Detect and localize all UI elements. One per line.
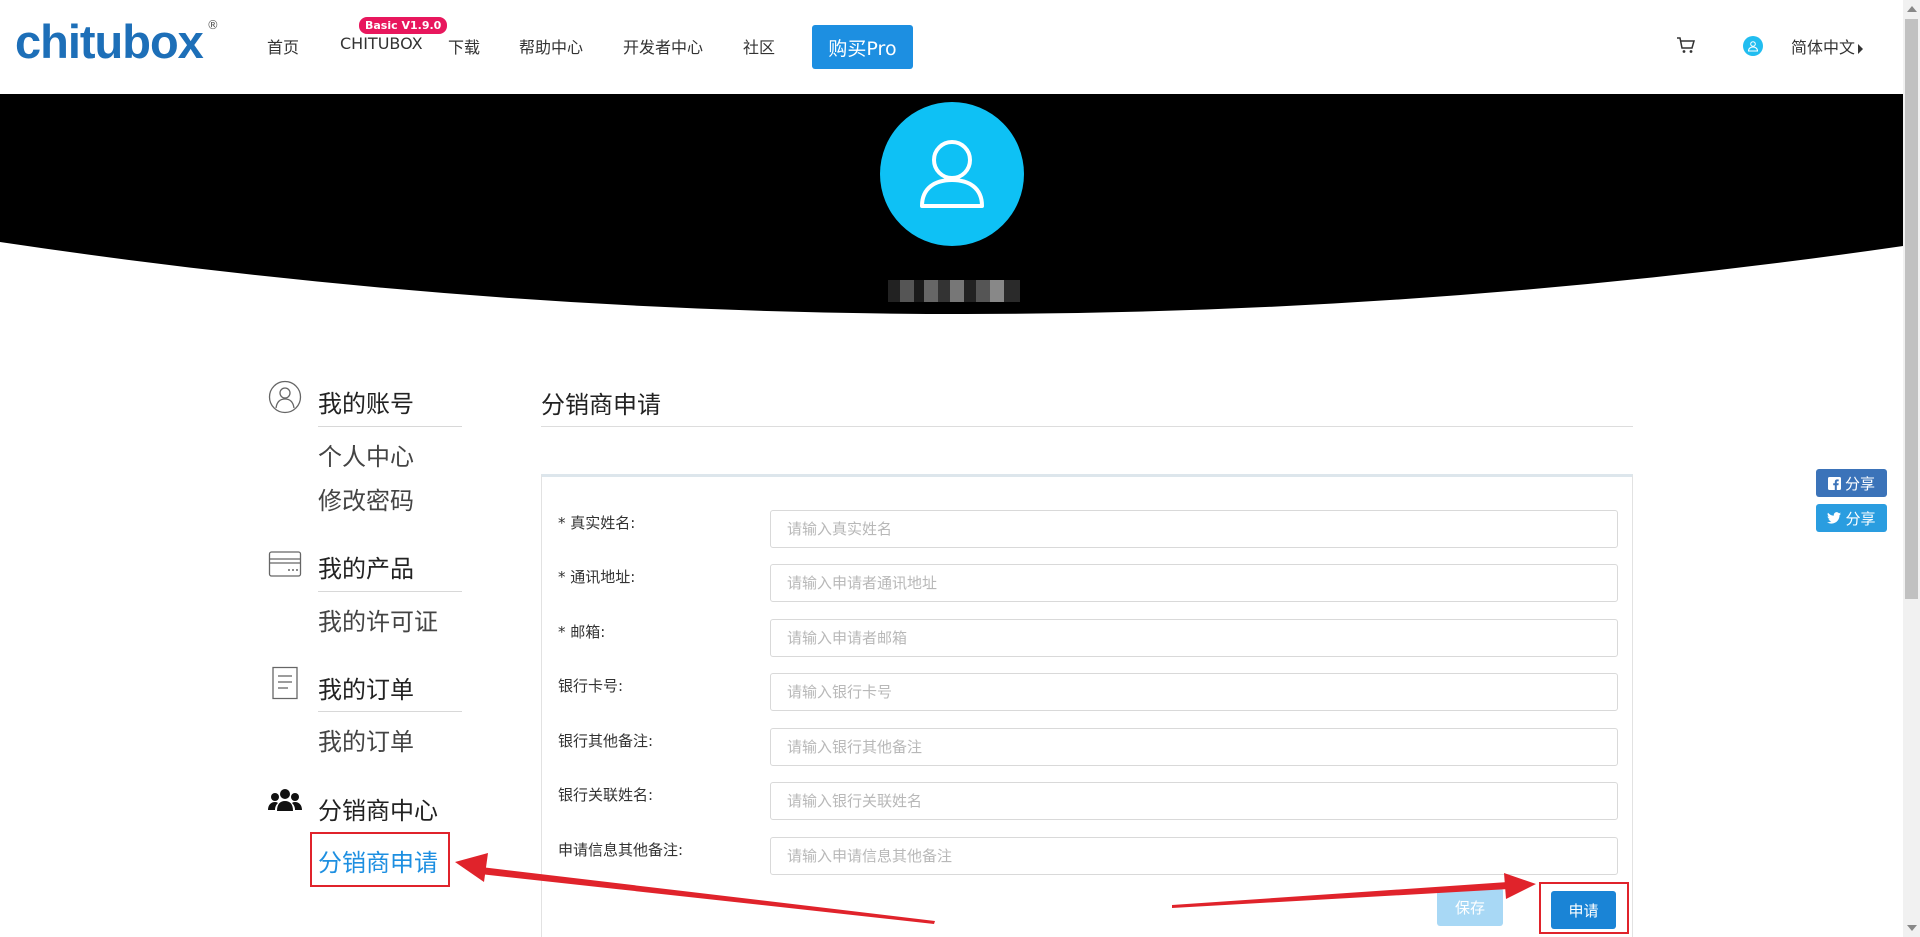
annotation-highlight-sidebar	[310, 832, 450, 887]
sidebar-item-licenses[interactable]: 我的许可证	[318, 602, 438, 637]
form-row-real-name: * 真实姓名:	[542, 510, 1632, 550]
scrollbar-thumb[interactable]	[1905, 19, 1918, 599]
profile-avatar[interactable]	[880, 102, 1024, 246]
divider	[318, 711, 462, 712]
form-row-email: * 邮箱:	[542, 619, 1632, 659]
nav-developer-center[interactable]: 开发者中心	[623, 34, 703, 58]
caret-right-icon	[1858, 43, 1864, 54]
sidebar-item-personal-center[interactable]: 个人中心	[318, 437, 414, 472]
card-icon	[268, 551, 302, 577]
sidebar-heading-orders: 我的订单	[318, 676, 414, 704]
sidebar-item-my-orders[interactable]: 我的订单	[318, 722, 414, 757]
distributor-application-form: * 真实姓名: * 通讯地址: * 邮箱: 银行卡号: 银行其他备注: 银行关联…	[541, 474, 1633, 937]
scroll-down-icon[interactable]	[1907, 925, 1917, 931]
facebook-icon	[1827, 476, 1841, 490]
users-group-icon	[268, 789, 302, 811]
form-row-bank-holder: 银行关联姓名:	[542, 782, 1632, 822]
shopping-cart-icon[interactable]	[1676, 35, 1696, 55]
real-name-input[interactable]	[770, 510, 1618, 548]
nav-community[interactable]: 社区	[743, 34, 775, 58]
share-label: 分享	[1845, 509, 1876, 528]
title-divider	[541, 426, 1633, 427]
annotation-arrowhead-left	[455, 853, 488, 882]
bank-notes-label: 银行其他备注:	[558, 732, 654, 750]
user-icon	[1747, 41, 1759, 52]
address-input[interactable]	[770, 564, 1618, 602]
save-button[interactable]: 保存	[1437, 888, 1503, 926]
email-input[interactable]	[770, 619, 1618, 657]
real-name-label: * 真实姓名:	[558, 514, 636, 532]
user-avatar-icon[interactable]	[1743, 36, 1763, 56]
sidebar-heading-distributor: 分销商中心	[318, 797, 438, 825]
twitter-share-button[interactable]: 分享	[1816, 504, 1887, 532]
nav-home[interactable]: 首页	[267, 34, 299, 58]
vertical-scrollbar[interactable]	[1903, 0, 1920, 937]
facebook-share-button[interactable]: 分享	[1816, 469, 1887, 497]
twitter-icon	[1827, 512, 1842, 524]
bank-card-input[interactable]	[770, 673, 1618, 711]
document-icon	[272, 666, 298, 700]
page: chitubox ® 首页 CHITUBOX Basic V1.9.0 下载 帮…	[0, 0, 1920, 937]
language-selector[interactable]: 简体中文	[1791, 34, 1864, 58]
sidebar-heading-account: 我的账号	[318, 390, 414, 418]
address-label: * 通讯地址:	[558, 568, 636, 586]
form-row-bank-notes: 银行其他备注:	[542, 728, 1632, 768]
user-icon	[920, 140, 984, 208]
registered-mark: ®	[206, 18, 219, 32]
other-notes-label: 申请信息其他备注:	[558, 841, 684, 859]
divider	[318, 591, 462, 592]
sidebar-item-change-password[interactable]: 修改密码	[318, 481, 414, 516]
share-label: 分享	[1844, 474, 1875, 493]
bank-notes-input[interactable]	[770, 728, 1618, 766]
bank-card-label: 银行卡号:	[558, 677, 624, 695]
user-circle-icon	[268, 380, 302, 414]
chitubox-logo[interactable]: chitubox ®	[15, 18, 219, 66]
nav-chitubox[interactable]: CHITUBOX	[340, 34, 423, 53]
form-row-bank-card: 银行卡号:	[542, 673, 1632, 713]
scroll-up-icon[interactable]	[1907, 6, 1917, 12]
email-label: * 邮箱:	[558, 623, 606, 641]
version-badge: Basic V1.9.0	[359, 17, 448, 34]
bank-holder-label: 银行关联姓名:	[558, 786, 654, 804]
logo-text: chitubox	[15, 15, 204, 68]
top-header: chitubox ® 首页 CHITUBOX Basic V1.9.0 下载 帮…	[0, 0, 1903, 94]
nav-help-center[interactable]: 帮助中心	[519, 34, 583, 58]
nav-download[interactable]: 下载	[448, 34, 480, 58]
annotation-highlight-apply	[1539, 882, 1629, 934]
divider	[318, 426, 462, 427]
form-row-other-notes: 申请信息其他备注:	[542, 837, 1632, 877]
sidebar-heading-products: 我的产品	[318, 555, 414, 583]
other-notes-input[interactable]	[770, 837, 1618, 875]
bank-holder-input[interactable]	[770, 782, 1618, 820]
language-label: 简体中文	[1791, 38, 1856, 57]
form-row-address: * 通讯地址:	[542, 564, 1632, 604]
buy-pro-button[interactable]: 购买Pro	[812, 25, 913, 69]
username-pixelated	[888, 280, 1020, 302]
page-title: 分销商申请	[541, 391, 661, 419]
